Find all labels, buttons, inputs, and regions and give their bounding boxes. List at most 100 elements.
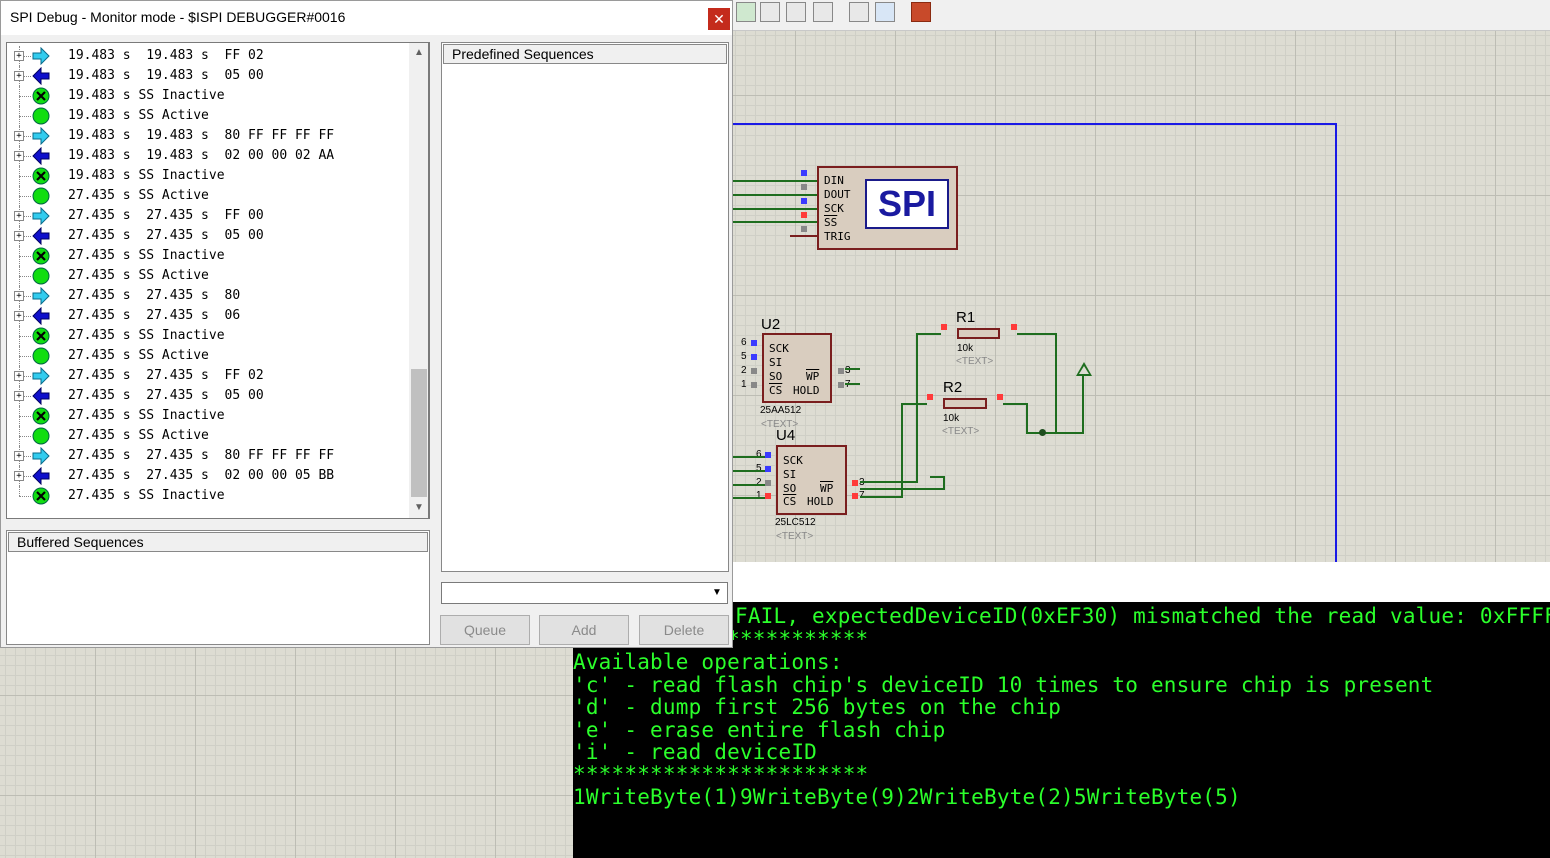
ares-icon[interactable] <box>911 2 931 22</box>
console-line: 'd' - dump first 256 bytes on the chip <box>573 695 1062 719</box>
predefined-sequences-panel[interactable]: Predefined Sequences <box>441 42 729 572</box>
ss-inactive-icon <box>32 407 50 425</box>
spi-pin-dout: DOUT <box>824 188 851 201</box>
queue-button[interactable]: Queue <box>440 615 530 645</box>
expand-icon[interactable]: + <box>14 151 24 161</box>
u4-ref: U4 <box>776 427 796 444</box>
log-row[interactable]: +19.483 s 19.483 s FF 02 <box>7 46 407 66</box>
ss-active-icon <box>32 187 50 205</box>
expand-icon[interactable]: + <box>14 71 24 81</box>
expand-icon[interactable]: + <box>14 391 24 401</box>
log-row[interactable]: 27.435 s SS Active <box>7 186 407 206</box>
close-button[interactable]: ✕ <box>708 8 730 30</box>
log-row[interactable]: 19.483 s SS Inactive <box>7 86 407 106</box>
expand-icon[interactable]: + <box>14 131 24 141</box>
log-row-text: 27.435 s SS Active <box>68 348 209 363</box>
u2-pin-sck: SCK <box>769 342 789 355</box>
monitor-log-tree[interactable]: +19.483 s 19.483 s FF 02 +19.483 s 19.483… <box>6 42 430 519</box>
log-row[interactable]: 19.483 s SS Active <box>7 106 407 126</box>
expand-icon[interactable]: + <box>14 51 24 61</box>
log-row[interactable]: +27.435 s 27.435 s 05 00 <box>7 226 407 246</box>
u4-pin-so: SO <box>783 482 797 495</box>
log-row[interactable]: 27.435 s SS Inactive <box>7 246 407 266</box>
log-row[interactable]: +27.435 s 27.435 s FF 00 <box>7 206 407 226</box>
console-line: 1WriteByte(1)9WriteByte(9)2WriteByte(2)5… <box>573 785 1241 809</box>
scroll-up-icon[interactable]: ▲ <box>409 43 428 63</box>
log-row[interactable]: +27.435 s 27.435 s 06 <box>7 306 407 326</box>
log-row[interactable]: 27.435 s SS Inactive <box>7 486 407 506</box>
expand-icon[interactable]: + <box>14 451 24 461</box>
log-row[interactable]: +27.435 s 27.435 s 02 00 00 05 BB <box>7 466 407 486</box>
arrow-left-icon <box>32 307 50 325</box>
u4-pin-hold: HOLD <box>807 495 834 508</box>
log-row-text: 27.435 s 27.435 s 02 00 00 05 BB <box>68 468 335 483</box>
log-row-text: 27.435 s SS Inactive <box>68 408 225 423</box>
console-line: 'e' - erase entire flash chip <box>573 718 946 742</box>
toolbar-button-2-icon[interactable] <box>760 2 780 22</box>
expand-icon[interactable]: + <box>14 231 24 241</box>
log-row[interactable]: +27.435 s 27.435 s FF 02 <box>7 366 407 386</box>
scroll-thumb[interactable] <box>411 369 427 497</box>
scroll-down-icon[interactable]: ▼ <box>409 498 428 518</box>
buffered-sequences-panel[interactable]: Buffered Sequences <box>6 530 430 645</box>
predefined-sequences-header: Predefined Sequences <box>443 44 727 64</box>
log-row[interactable]: +19.483 s 19.483 s 02 00 00 02 AA <box>7 146 407 166</box>
toolbar-button-5-icon[interactable] <box>849 2 869 22</box>
status-band <box>733 562 1550 602</box>
ss-inactive-icon <box>32 327 50 345</box>
log-row[interactable]: 19.483 s SS Inactive <box>7 166 407 186</box>
log-row[interactable]: +27.435 s 27.435 s 05 00 <box>7 386 407 406</box>
log-row[interactable]: 27.435 s SS Active <box>7 266 407 286</box>
log-row-text: 27.435 s SS Active <box>68 268 209 283</box>
arrow-right-icon <box>32 47 50 65</box>
u2-ref: U2 <box>761 316 781 333</box>
toolbar-button-3-icon[interactable] <box>786 2 806 22</box>
log-scrollbar[interactable]: ▲ ▼ <box>409 43 428 518</box>
add-button[interactable]: Add <box>539 615 629 645</box>
log-row[interactable]: +19.483 s 19.483 s 80 FF FF FF FF <box>7 126 407 146</box>
log-row[interactable]: +27.435 s 27.435 s 80 FF FF FF FF <box>7 446 407 466</box>
toolbar-button-6-icon[interactable] <box>875 2 895 22</box>
expand-icon[interactable]: + <box>14 211 24 221</box>
expand-icon[interactable]: + <box>14 471 24 481</box>
log-row-text: 27.435 s SS Active <box>68 428 209 443</box>
window-body: +19.483 s 19.483 s FF 02 +19.483 s 19.483… <box>1 35 732 647</box>
r2-value: 10k <box>943 413 960 424</box>
u4-pin-wp: WP <box>820 482 834 495</box>
chevron-down-icon[interactable]: ▼ <box>709 585 725 601</box>
window-titlebar[interactable]: SPI Debug - Monitor mode - $ISPI DEBUGGE… <box>1 1 732 35</box>
arrow-right-icon <box>32 127 50 145</box>
log-row-text: 27.435 s SS Inactive <box>68 488 225 503</box>
toolbar-button-4-icon[interactable] <box>813 2 833 22</box>
ss-inactive-icon <box>32 87 50 105</box>
arrow-left-icon <box>32 467 50 485</box>
toolbar-button-1-icon[interactable] <box>736 2 756 22</box>
u2-pin-cs: CS <box>769 384 783 397</box>
u2-pin-si: SI <box>769 356 783 369</box>
log-row[interactable]: 27.435 s SS Active <box>7 426 407 446</box>
u4-pin-num-1: 1 <box>756 490 762 501</box>
expand-icon[interactable]: + <box>14 371 24 381</box>
log-row[interactable]: 27.435 s SS Inactive <box>7 406 407 426</box>
toolbar <box>733 0 1550 31</box>
expand-icon[interactable]: + <box>14 311 24 321</box>
u4-pin-num-6: 6 <box>756 449 762 460</box>
arrow-left-icon <box>32 387 50 405</box>
arrow-right-icon <box>32 207 50 225</box>
log-row-text: 27.435 s 27.435 s 06 <box>68 308 241 323</box>
u4-part: 25LC512 <box>775 517 816 528</box>
r2-text: <TEXT> <box>942 426 980 437</box>
log-row[interactable]: 27.435 s SS Inactive <box>7 326 407 346</box>
log-row-text: 19.483 s 19.483 s FF 02 <box>68 48 264 63</box>
delete-button[interactable]: Delete <box>639 615 729 645</box>
log-row[interactable]: +19.483 s 19.483 s 05 00 <box>7 66 407 86</box>
expand-icon[interactable]: + <box>14 291 24 301</box>
u2-pin-num-6: 6 <box>741 337 747 348</box>
sequence-select[interactable]: ▼ <box>441 582 728 604</box>
ss-active-icon <box>32 347 50 365</box>
console-line: Available operations: <box>573 650 843 674</box>
u2-pin-num-1: 1 <box>741 379 747 390</box>
r1-ref: R1 <box>956 309 976 326</box>
log-row[interactable]: +27.435 s 27.435 s 80 <box>7 286 407 306</box>
log-row[interactable]: 27.435 s SS Active <box>7 346 407 366</box>
